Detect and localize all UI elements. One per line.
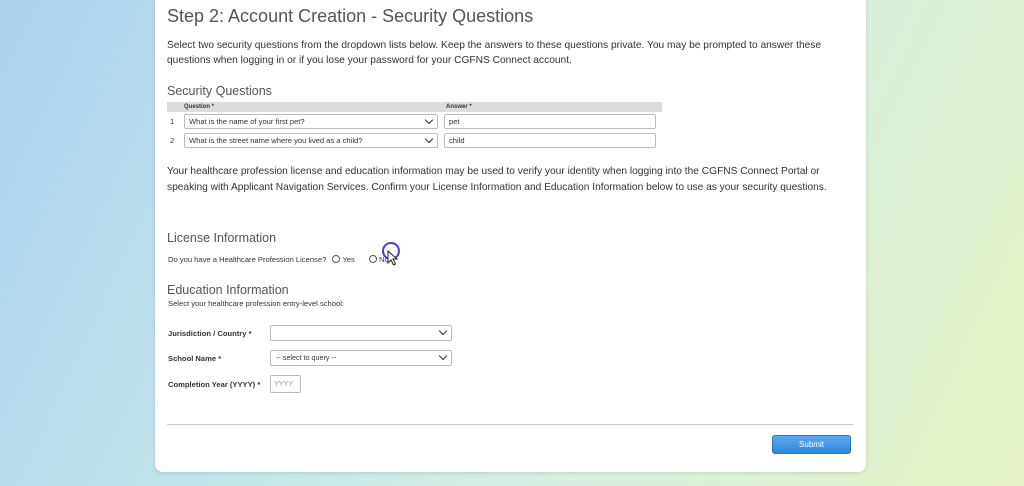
security-questions-table: Question * Answer * 1 What is the name o… bbox=[167, 102, 662, 150]
completion-year-input[interactable]: YYYY bbox=[270, 375, 301, 393]
chevron-down-icon bbox=[438, 351, 448, 361]
table-row: 1 What is the name of your first pet? pe… bbox=[167, 112, 662, 131]
chevron-down-icon bbox=[438, 326, 448, 336]
school-name-value: -- select to query -- bbox=[276, 353, 337, 362]
education-information-heading: Education Information bbox=[167, 283, 289, 297]
license-question-label: Do you have a Healthcare Profession Lice… bbox=[168, 255, 327, 264]
school-name-select[interactable]: -- select to query -- bbox=[270, 350, 452, 366]
license-yes-radio[interactable] bbox=[332, 255, 341, 263]
license-no-radio[interactable] bbox=[368, 255, 377, 263]
answer-column-header: Answer * bbox=[442, 102, 662, 112]
registration-card: Step 2: Account Creation - Security Ques… bbox=[155, 0, 866, 472]
mouse-cursor-icon bbox=[387, 250, 399, 266]
table-row: 2 What is the street name where you live… bbox=[167, 131, 662, 150]
selected-question: What is the name of your first pet? bbox=[189, 117, 305, 126]
question-column-header: Question * bbox=[182, 102, 442, 112]
row-number: 1 bbox=[170, 117, 175, 126]
security-answer-1-input[interactable]: pet bbox=[444, 114, 656, 129]
license-question-row: Do you have a Healthcare Profession Lice… bbox=[168, 255, 389, 264]
education-subtext: Select your healthcare profession entry-… bbox=[168, 299, 345, 308]
security-question-2-select[interactable]: What is the street name where you lived … bbox=[184, 133, 438, 148]
submit-button[interactable]: Submit bbox=[772, 435, 851, 454]
security-answer-2-input[interactable]: child bbox=[444, 133, 656, 148]
page-title: Step 2: Account Creation - Security Ques… bbox=[167, 6, 534, 26]
jurisdiction-select[interactable] bbox=[270, 325, 452, 341]
completion-year-label: Completion Year (YYYY) * bbox=[168, 380, 261, 389]
selected-question: What is the street name where you lived … bbox=[189, 136, 363, 145]
jurisdiction-label: Jurisdiction / Country * bbox=[168, 329, 252, 338]
row-number: 2 bbox=[170, 136, 175, 145]
license-information-heading: License Information bbox=[167, 231, 277, 245]
license-yes-label: Yes bbox=[342, 255, 355, 264]
chevron-down-icon bbox=[424, 134, 434, 144]
school-name-label: School Name * bbox=[168, 354, 222, 363]
chevron-down-icon bbox=[424, 115, 434, 125]
intro-text: Select two security questions from the d… bbox=[167, 40, 822, 66]
divider bbox=[167, 424, 853, 425]
security-questions-heading: Security Questions bbox=[167, 84, 272, 98]
license-info-paragraph: Your healthcare profession license and e… bbox=[167, 166, 827, 193]
security-question-1-select[interactable]: What is the name of your first pet? bbox=[184, 114, 438, 129]
